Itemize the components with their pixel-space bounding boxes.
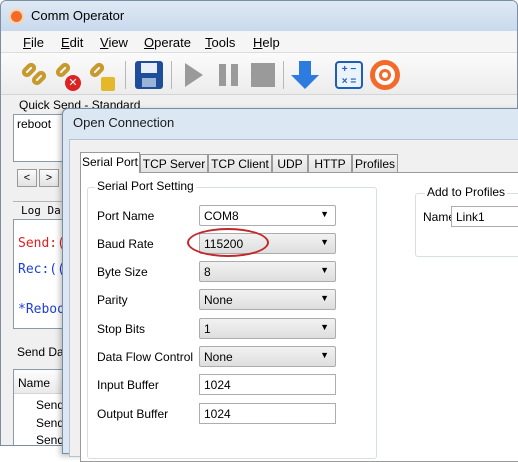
about-logo-icon[interactable] <box>369 59 401 91</box>
chevron-down-icon: ▼ <box>320 293 329 303</box>
log-label: Log Da <box>21 204 61 217</box>
toolbar: ✕ + − × = <box>1 53 517 95</box>
quick-send-next-button[interactable]: > <box>39 169 59 187</box>
port-name-select[interactable]: COM8 ▼ <box>199 205 336 226</box>
stop-icon[interactable] <box>247 59 279 91</box>
app-logo-icon <box>9 9 24 24</box>
byte-size-select[interactable]: 8 ▼ <box>199 261 336 282</box>
dialog-title: Open Connection <box>73 115 175 130</box>
menu-operate[interactable]: Operate <box>144 35 191 50</box>
toolbar-separator <box>125 61 126 89</box>
menu-tools[interactable]: Tools <box>205 35 235 50</box>
chevron-down-icon: ▼ <box>320 265 329 275</box>
tab-tcp-client[interactable]: TCP Client <box>208 154 272 172</box>
menu-help[interactable]: Help <box>253 35 280 50</box>
menu-view[interactable]: View <box>100 35 128 50</box>
window-title: Comm Operator <box>31 8 125 23</box>
port-name-label: Port Name <box>97 209 155 223</box>
tab-tcp-server[interactable]: TCP Server <box>140 154 208 172</box>
parity-select[interactable]: None ▼ <box>199 289 336 310</box>
baud-rate-highlight-ellipse <box>187 228 269 257</box>
chevron-down-icon: ▼ <box>320 350 329 360</box>
quick-send-prev-button[interactable]: < <box>17 169 37 187</box>
input-buffer-field[interactable]: 1024 <box>199 374 336 395</box>
tab-profiles[interactable]: Profiles <box>352 154 398 172</box>
log-line-rec: Rec:(( <box>18 262 65 277</box>
output-buffer-field[interactable]: 1024 <box>199 403 336 424</box>
profile-name-field[interactable]: Link1 <box>451 206 518 227</box>
menu-bar: File Edit View Operate Tools Help <box>1 31 517 53</box>
connection-settings-icon[interactable] <box>87 59 119 91</box>
log-line-send: Send:( <box>18 236 65 251</box>
tab-udp[interactable]: UDP <box>272 154 308 172</box>
quick-send-text: reboot <box>17 117 52 131</box>
download-icon[interactable] <box>289 59 321 91</box>
input-buffer-label: Input Buffer <box>97 378 159 392</box>
close-connection-icon[interactable]: ✕ <box>53 59 85 91</box>
chevron-down-icon: ▼ <box>320 237 329 247</box>
column-name-label: Name <box>18 376 51 390</box>
tab-http[interactable]: HTTP <box>308 154 352 172</box>
menu-edit[interactable]: Edit <box>61 35 83 50</box>
serial-port-panel: Serial Port Setting Port Name COM8 ▼ Baud… <box>80 172 518 462</box>
open-connection-dialog: Open Connection Serial Port TCP Server T… <box>62 108 518 462</box>
menu-file[interactable]: File <box>23 35 44 50</box>
output-buffer-label: Output Buffer <box>97 407 169 421</box>
parity-label: Parity <box>97 293 128 307</box>
toolbar-separator <box>283 61 284 89</box>
pause-icon[interactable] <box>213 59 245 91</box>
tab-serial-port[interactable]: Serial Port <box>80 152 140 173</box>
data-flow-control-label: Data Flow Control <box>97 350 194 364</box>
save-icon[interactable] <box>133 59 165 91</box>
chevron-down-icon: ▼ <box>320 322 329 332</box>
title-bar: Comm Operator <box>1 1 517 31</box>
open-connection-icon[interactable] <box>19 59 51 91</box>
stop-bits-label: Stop Bits <box>97 322 146 336</box>
chevron-down-icon: ▼ <box>320 209 329 219</box>
toolbar-separator <box>171 61 172 89</box>
send-data-label: Send Dat <box>17 345 68 359</box>
log-line-note: *Reboo <box>18 302 65 317</box>
add-to-profiles-caption: Add to Profiles <box>425 185 508 199</box>
play-icon[interactable] <box>177 59 209 91</box>
serial-port-setting-caption: Serial Port Setting <box>95 179 196 193</box>
byte-size-label: Byte Size <box>97 265 148 279</box>
calculator-icon[interactable]: + − × = <box>333 59 365 91</box>
data-flow-control-select[interactable]: None ▼ <box>199 346 336 367</box>
baud-rate-label: Baud Rate <box>97 237 154 251</box>
stop-bits-select[interactable]: 1 ▼ <box>199 318 336 339</box>
dialog-body: Serial Port TCP Server TCP Client UDP HT… <box>69 139 518 462</box>
